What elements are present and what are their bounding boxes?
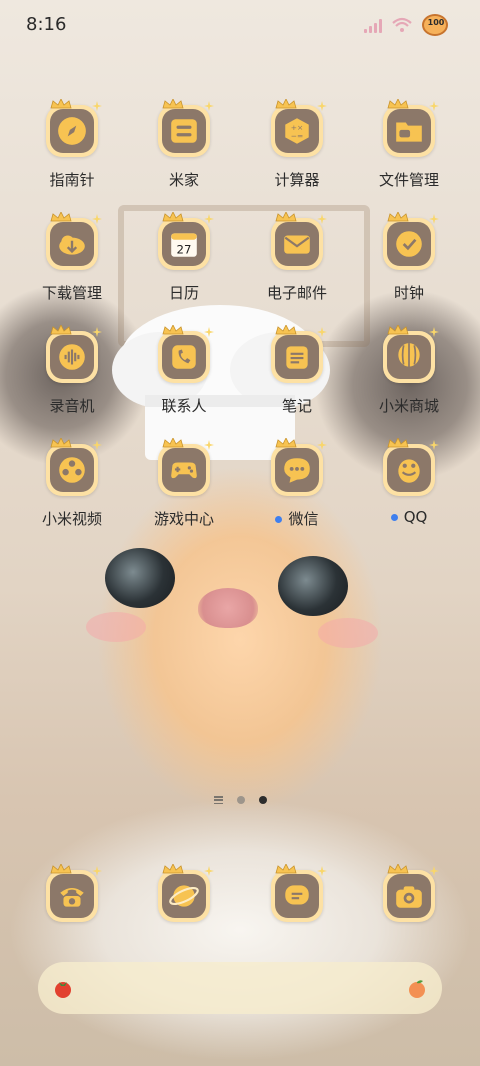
app-label-text: 米家	[168, 171, 199, 189]
app-voice-recorder[interactable]: 录音机	[17, 325, 127, 416]
app-penguin[interactable]: QQ	[354, 438, 464, 526]
cat-nose	[198, 588, 258, 628]
app-label-text: 日历	[168, 284, 199, 302]
status-bar: 8:16 100	[0, 0, 480, 52]
app-label: 计算器	[242, 169, 352, 190]
app-gamepad[interactable]: 游戏中心	[129, 438, 239, 529]
gamepad-icon[interactable]	[158, 438, 214, 496]
app-label-text: 微信	[288, 510, 319, 528]
dock-telephone[interactable]	[17, 864, 127, 922]
app-label-text: 指南针	[49, 171, 95, 189]
app-calculator[interactable]: +× −= 计算器	[242, 99, 352, 190]
app-label: 录音机	[17, 395, 127, 416]
folder-icon[interactable]	[383, 99, 439, 157]
app-label: 米家	[129, 169, 239, 190]
app-label-text: 联系人	[161, 397, 207, 415]
app-label-text: 下载管理	[41, 284, 102, 302]
app-calendar[interactable]: 27 日历	[129, 212, 239, 303]
app-label: 时钟	[354, 282, 464, 303]
cat-eye-right	[278, 556, 348, 616]
cat-eye-left	[105, 548, 175, 608]
app-label-text: 小米商城	[378, 397, 439, 415]
app-label-text: 电子邮件	[266, 284, 327, 302]
wifi-icon	[392, 17, 412, 32]
app-label-text: QQ	[403, 508, 428, 526]
app-label: 下载管理	[17, 282, 127, 303]
page-indicator-dot[interactable]	[236, 796, 245, 804]
app-film-reel[interactable]: 小米视频	[17, 438, 127, 529]
app-mail[interactable]: 电子邮件	[242, 212, 352, 303]
app-label: 小米商城	[354, 395, 464, 416]
dock-message[interactable]	[242, 864, 352, 922]
peach-icon	[409, 980, 425, 998]
cat-blush-left	[86, 612, 146, 642]
app-label-text: 小米视频	[41, 510, 102, 528]
svg-text:27: 27	[177, 243, 192, 257]
app-label: QQ	[354, 508, 464, 526]
signal-icon	[364, 17, 382, 33]
app-label-text: 时钟	[393, 284, 424, 302]
dock-camera[interactable]	[354, 864, 464, 922]
notes-icon[interactable]	[271, 325, 327, 383]
app-chat-bubble[interactable]: 微信	[242, 438, 352, 529]
camera-icon[interactable]	[383, 864, 439, 922]
app-cloud-download[interactable]: 下载管理	[17, 212, 127, 303]
phone-book-icon[interactable]	[158, 325, 214, 383]
cloud-download-icon[interactable]	[46, 212, 102, 270]
app-clock[interactable]: 时钟	[354, 212, 464, 303]
calendar-icon[interactable]: 27	[158, 212, 214, 270]
app-label: 微信	[242, 508, 352, 529]
planet-browser-icon[interactable]	[158, 864, 214, 922]
shop-balloon-icon[interactable]	[383, 325, 439, 383]
page-indicator-feed[interactable]	[213, 796, 223, 804]
app-label: 文件管理	[354, 169, 464, 190]
battery-icon: 100	[422, 12, 450, 38]
app-shop-balloon[interactable]: 小米商城	[354, 325, 464, 416]
app-label: 游戏中心	[129, 508, 239, 529]
compass-icon[interactable]	[46, 99, 102, 157]
app-label-text: 计算器	[274, 171, 320, 189]
app-folder[interactable]: 文件管理	[354, 99, 464, 190]
message-icon[interactable]	[271, 864, 327, 922]
telephone-icon[interactable]	[46, 864, 102, 922]
app-phone-book[interactable]: 联系人	[129, 325, 239, 416]
app-notes[interactable]: 笔记	[242, 325, 352, 416]
app-label: 电子邮件	[242, 282, 352, 303]
calculator-icon[interactable]: +× −=	[271, 99, 327, 157]
app-label: 日历	[129, 282, 239, 303]
battery-level: 100	[427, 18, 445, 27]
film-reel-icon[interactable]	[46, 438, 102, 496]
app-label-text: 文件管理	[378, 171, 439, 189]
app-label-text: 笔记	[281, 397, 312, 415]
status-icons: 100	[364, 12, 450, 38]
page-indicator-dot-active[interactable]	[258, 796, 267, 804]
app-label: 小米视频	[17, 508, 127, 529]
app-label-text: 录音机	[49, 397, 95, 415]
voice-recorder-icon[interactable]	[46, 325, 102, 383]
svg-text:−=: −=	[291, 131, 304, 140]
penguin-icon[interactable]	[383, 438, 439, 496]
app-label: 笔记	[242, 395, 352, 416]
app-label: 联系人	[129, 395, 239, 416]
chat-bubble-icon[interactable]	[271, 438, 327, 496]
notification-dot	[275, 516, 283, 523]
search-bar[interactable]	[38, 962, 442, 1014]
mail-icon[interactable]	[271, 212, 327, 270]
dock-planet-browser[interactable]	[129, 864, 239, 922]
cat-blush-right	[318, 618, 378, 648]
notification-dot	[390, 514, 398, 521]
tomato-icon	[55, 982, 71, 998]
app-home-device[interactable]: 米家	[129, 99, 239, 190]
app-label-text: 游戏中心	[153, 510, 214, 528]
app-compass[interactable]: 指南针	[17, 99, 127, 190]
status-time: 8:16	[26, 14, 67, 35]
app-label: 指南针	[17, 169, 127, 190]
home-device-icon[interactable]	[158, 99, 214, 157]
clock-icon[interactable]	[383, 212, 439, 270]
page-indicator[interactable]	[0, 796, 480, 804]
